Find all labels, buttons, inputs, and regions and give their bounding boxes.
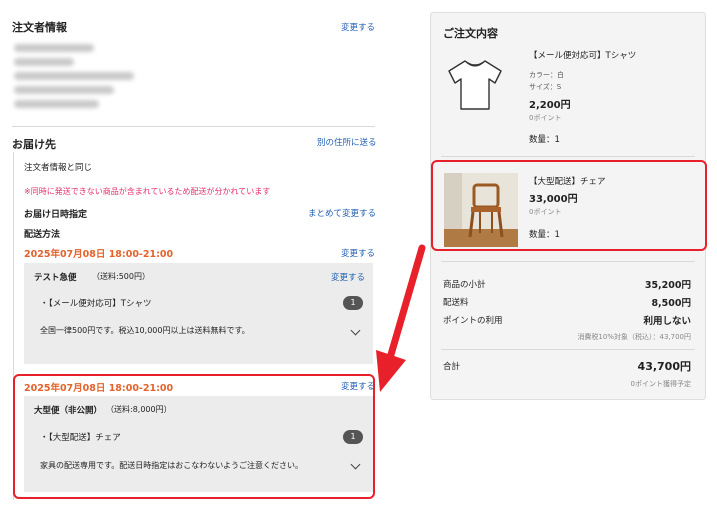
shipment-1-item: ・【メール便対応可】Tシャツ [40, 299, 152, 309]
summary-title: ご注文内容 [443, 27, 498, 40]
shipment-1-qty-badge: 1 [343, 296, 363, 310]
arrow-icon [376, 244, 426, 392]
split-shipment-warning: ※同時に発送できない商品が含まれているため配送が分かれています [24, 187, 271, 196]
product-divider [441, 156, 695, 157]
product-1-qty: 数量：1 [529, 135, 560, 145]
product-1-size: サイズ：S [529, 83, 562, 91]
product-1-name: 【メール便対応可】Tシャツ [529, 51, 637, 61]
chevron-down-icon[interactable] [350, 325, 361, 336]
shipping-label: 配送料 [443, 298, 469, 308]
shipment-1-carrier-change-link[interactable]: 変更する [331, 271, 365, 283]
section-divider [12, 126, 375, 127]
orderer-change-link[interactable]: 変更する [341, 21, 375, 33]
total-divider [441, 349, 695, 350]
subtotal-label: 商品の小計 [443, 280, 486, 290]
bulk-change-link[interactable]: まとめて変更する [308, 207, 376, 219]
same-as-orderer: 注文者情報と同じ [24, 163, 93, 173]
datetime-label: お届け日時指定 [24, 210, 88, 220]
points-use-value: 利用しない [643, 316, 691, 327]
points-use-label: ポイントの利用 [443, 316, 503, 326]
shipping-value: 8,500円 [651, 298, 691, 309]
shipment-1-panel: テスト急便 （送料:500円） 変更する ・【メール便対応可】Tシャツ 1 全国… [24, 263, 373, 364]
shipment-1-note: 全国一律500円です。税込10,000円以上は送料無料です。 [40, 326, 250, 335]
shipment-1-datetime: 2025年07月08日 18:00-21:00 [24, 249, 174, 260]
shipping-method-label: 配送方法 [24, 230, 61, 240]
other-address-link[interactable]: 別の住所に送る [317, 136, 377, 148]
product-1-points: 0ポイント [529, 114, 562, 122]
subtotal-value: 35,200円 [644, 280, 691, 291]
total-value: 43,700円 [637, 360, 691, 373]
orderer-title: 注文者情報 [12, 21, 67, 34]
highlight-frame-shipment [13, 374, 375, 499]
product-1-price: 2,200円 [529, 100, 571, 111]
delivery-title: お届け先 [12, 138, 56, 151]
tax-note: 消費税10%対象（税込）：43,700円 [577, 333, 691, 341]
shipment-1-fee: （送料:500円） [92, 272, 150, 281]
product-1-color: カラー：白 [529, 71, 564, 79]
total-label: 合計 [443, 362, 461, 372]
points-earned: 0ポイント獲得予定 [630, 380, 691, 388]
tshirt-icon [448, 60, 502, 110]
highlight-frame-product [431, 160, 707, 251]
shipment-1-carrier: テスト急便 [34, 273, 77, 283]
summary-divider [441, 261, 695, 262]
